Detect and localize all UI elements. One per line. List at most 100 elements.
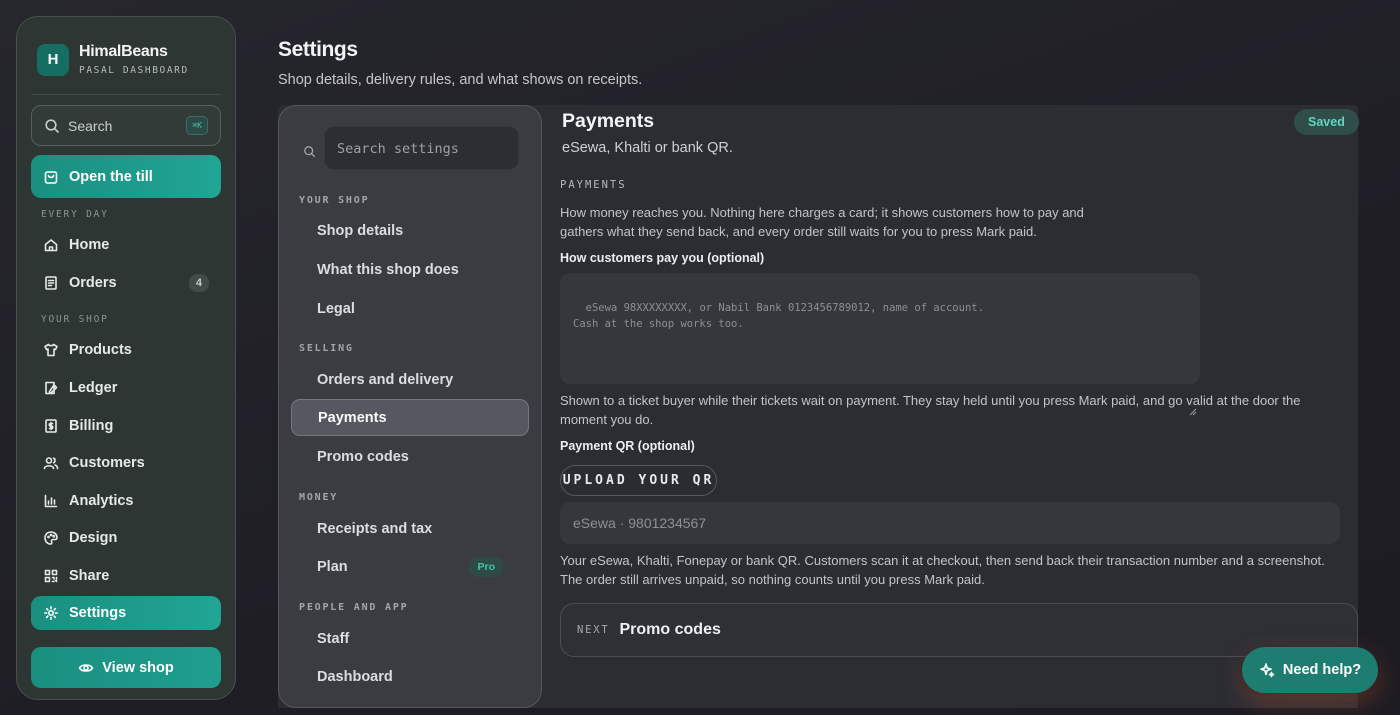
payments-description: How money reaches you. Nothing here char… — [560, 205, 1084, 239]
settings-item-label: Staff — [317, 630, 350, 647]
settings-item-what-this-shop-does[interactable]: What this shop does — [291, 251, 529, 288]
settings-item-label: What this shop does — [317, 261, 459, 278]
settings-item-payments[interactable]: Payments — [291, 399, 529, 436]
settings-item-promo-codes[interactable]: Promo codes — [291, 438, 529, 475]
settings-item-legal[interactable]: Legal — [291, 290, 529, 327]
payment-qr-label: Payment QR (optional) — [560, 439, 695, 453]
next-section-card[interactable]: NEXT Promo codes — [560, 603, 1358, 657]
settings-group-money: MONEY — [299, 492, 339, 503]
settings-item-label: Dashboard — [317, 668, 393, 685]
view-shop-button[interactable]: View shop — [31, 647, 221, 688]
settings-search: Search settings — [279, 124, 541, 179]
settings-item-label: Promo codes — [317, 448, 409, 465]
settings-item-dashboard[interactable]: Dashboard — [291, 658, 529, 695]
sidebar-item-design[interactable]: Design — [31, 521, 221, 555]
pay-instructions-placeholder: eSewa 98XXXXXXXX, or Nabil Bank 01234567… — [573, 302, 984, 330]
palette-icon — [43, 530, 59, 546]
settings-item-orders-and-delivery[interactable]: Orders and delivery — [291, 361, 529, 398]
open-till-button[interactable]: Open the till — [31, 155, 221, 198]
sidebar-item-label: Billing — [69, 418, 114, 434]
pay-instructions-label: How customers pay you (optional) — [560, 251, 765, 265]
settings-group-people-and-app: PEOPLE AND APP — [299, 602, 409, 613]
need-help-label: Need help? — [1282, 662, 1362, 678]
ledger-icon — [43, 380, 59, 396]
settings-group-your-shop: YOUR SHOP — [299, 195, 370, 206]
users-icon — [43, 455, 59, 471]
sidebar-item-settings[interactable]: Settings — [31, 596, 221, 630]
resize-handle-icon[interactable] — [1189, 373, 1197, 416]
open-till-label: Open the till — [69, 168, 153, 185]
settings-item-staff[interactable]: Staff — [291, 620, 529, 657]
eye-icon — [78, 660, 94, 676]
orders-count-badge: 4 — [188, 274, 209, 292]
page-subtitle: Shop details, delivery rules, and what s… — [278, 72, 643, 88]
search-icon — [44, 118, 60, 134]
settings-item-receipts-and-tax[interactable]: Receipts and tax — [291, 510, 529, 547]
bar-chart-icon — [43, 493, 59, 509]
sidebar-item-label: Share — [69, 568, 110, 584]
search-shortcut: ⌘K — [186, 116, 208, 135]
sidebar-item-customers[interactable]: Customers — [31, 446, 221, 480]
brand-subtitle: PASAL DASHBOARD — [79, 65, 189, 76]
settings-item-label: Receipts and tax — [317, 520, 433, 537]
sidebar-item-products[interactable]: Products — [31, 333, 221, 367]
brand-logo: H — [37, 43, 69, 76]
section-title: Payments — [562, 110, 655, 132]
shirt-icon — [43, 342, 59, 358]
sidebar-item-label: Analytics — [69, 493, 134, 509]
payment-qr-help: Your eSewa, Khalti, Fonepay or bank QR. … — [560, 553, 1325, 587]
settings-item-label: Plan — [317, 558, 348, 575]
settings-group-selling: SELLING — [299, 343, 354, 354]
sidebar-item-home[interactable]: Home — [31, 228, 221, 262]
sidebar-item-ledger[interactable]: Ledger — [31, 371, 221, 405]
shopping-bag-icon — [43, 169, 59, 185]
brand-name: HimalBeans — [79, 43, 168, 60]
settings-nav: Search settings YOUR SHOP Shop details W… — [278, 105, 542, 708]
payments-section-label: PAYMENTS — [560, 179, 627, 191]
search-icon — [303, 145, 319, 161]
dollar-doc-icon — [43, 418, 59, 434]
sidebar-item-label: Orders — [69, 275, 117, 291]
sidebar-item-orders[interactable]: Orders 4 — [31, 266, 221, 300]
sidebar-item-label: Ledger — [69, 380, 118, 396]
pay-instructions-textarea[interactable]: eSewa 98XXXXXXXX, or Nabil Bank 01234567… — [560, 273, 1200, 416]
settings-item-label: Orders and delivery — [317, 371, 454, 388]
need-help-button[interactable]: Need help? — [1242, 647, 1378, 693]
view-shop-label: View shop — [102, 659, 174, 676]
divider — [31, 94, 221, 95]
sidebar-item-label: Customers — [69, 455, 145, 471]
qr-icon — [43, 568, 59, 584]
sidebar-item-label: Settings — [69, 605, 127, 621]
sidebar-item-billing[interactable]: Billing — [31, 409, 221, 443]
sidebar-item-label: Products — [69, 342, 132, 358]
nav-section-your-shop: YOUR SHOP — [41, 314, 109, 325]
next-label: NEXT — [577, 624, 610, 636]
pay-instructions-help: Shown to a ticket buyer while their tick… — [560, 393, 1301, 427]
sidebar-search[interactable]: Search ⌘K — [31, 105, 221, 146]
settings-item-label: Payments — [318, 409, 387, 426]
qr-caption-input[interactable]: eSewa · 9801234567 — [560, 502, 1340, 544]
brand[interactable]: H HimalBeans PASAL DASHBOARD — [37, 43, 189, 76]
sidebar-search-label: Search — [68, 117, 113, 134]
page-title: Settings — [278, 38, 358, 61]
settings-item-shop-details[interactable]: Shop details — [291, 212, 529, 249]
home-icon — [43, 237, 59, 253]
settings-item-label: Legal — [317, 300, 355, 317]
settings-item-plan[interactable]: Plan Pro — [291, 548, 529, 585]
settings-item-label: Shop details — [317, 222, 404, 239]
sidebar-item-analytics[interactable]: Analytics — [31, 484, 221, 518]
pro-badge: Pro — [469, 556, 503, 577]
sidebar-item-share[interactable]: Share — [31, 559, 221, 593]
receipt-icon — [43, 275, 59, 291]
sidebar: H HimalBeans PASAL DASHBOARD Search ⌘K O… — [16, 16, 236, 700]
sparkle-icon — [1259, 662, 1275, 678]
settings-search-input[interactable]: Search settings — [324, 126, 519, 170]
section-subtitle: eSewa, Khalti or bank QR. — [562, 140, 733, 156]
nav-section-every-day: EVERY DAY — [41, 209, 109, 220]
sidebar-item-label: Home — [69, 237, 110, 253]
saved-status-badge: Saved — [1294, 109, 1359, 135]
sidebar-item-label: Design — [69, 530, 118, 546]
upload-qr-button[interactable]: UPLOAD YOUR QR — [560, 465, 717, 496]
gear-icon — [43, 605, 59, 621]
next-section-title: Promo codes — [619, 621, 721, 638]
